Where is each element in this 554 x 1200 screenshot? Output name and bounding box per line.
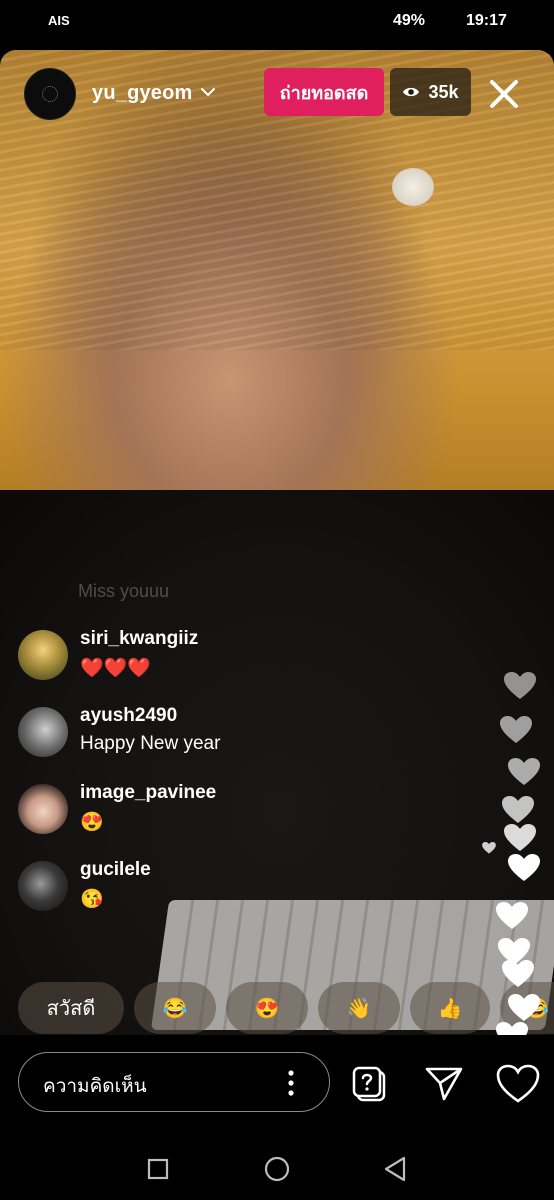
comment-text: 😘 [80,889,104,910]
commenter-avatar[interactable] [18,861,68,911]
heart-icon [496,902,528,929]
quick-reaction-heart-eyes[interactable]: 😍 [226,982,308,1034]
commenter-name[interactable]: gucilele [80,859,151,881]
question-box-icon[interactable] [352,1066,388,1102]
quick-reply-label: สวัสดี [46,998,96,1020]
clock: 19:17 [466,12,507,29]
back-icon[interactable] [383,1156,407,1182]
recent-apps-icon[interactable] [147,1158,169,1180]
faded-comment: Miss youuu [78,581,170,601]
live-badge-label: ถ่ายทอดสด [279,82,369,103]
eye-icon [403,87,420,97]
heart-icon [482,842,496,854]
quick-reaction-emoji: 👋 [346,997,372,1020]
commenter-avatar[interactable] [18,630,68,680]
viewer-count: 35k [428,81,459,102]
quick-reaction-emoji: 👍 [437,997,463,1020]
commenter-avatar[interactable] [18,784,68,834]
heart-icon [508,994,540,1021]
commenter-avatar[interactable] [18,707,68,757]
status-bar: AIS 49% 19:17 [0,0,554,44]
quick-reaction-emoji: 😍 [254,997,280,1020]
comment-placeholder: ความคิดเห็น [43,1076,147,1097]
more-vertical-icon[interactable] [287,1069,295,1097]
heart-icon [502,796,534,823]
heart-icon[interactable] [496,1064,540,1104]
heart-icon [508,758,540,785]
commenter-name[interactable]: ayush2490 [80,705,177,727]
battery-level: 49% [393,12,426,29]
viewer-count-badge[interactable]: 35k [390,68,471,116]
comment-input[interactable]: ความคิดเห็น [18,1052,330,1112]
comment-text: 😍 [80,812,104,833]
quick-reaction-laugh[interactable]: 😂 [134,982,216,1034]
commenter-name[interactable]: siri_kwangiiz [80,628,198,650]
home-icon[interactable] [264,1156,290,1182]
heart-icon [502,960,534,987]
comment-text: Happy New year [80,733,221,754]
close-icon[interactable] [486,76,522,112]
quick-reply-hello[interactable]: สวัสดี [18,982,124,1034]
heart-icon [508,854,540,881]
video-smoke-detector [392,168,434,206]
send-icon[interactable] [424,1066,464,1102]
carrier-label: AIS [48,13,70,28]
heart-icon [500,716,532,743]
host-avatar[interactable] [24,68,76,120]
quick-reaction-emoji: 😂 [162,997,188,1020]
heart-icon [504,672,536,699]
heart-icon [504,824,536,851]
host-username[interactable]: yu_gyeom [92,82,193,105]
quick-reaction-wave[interactable]: 👋 [318,982,400,1034]
commenter-name[interactable]: image_pavinee [80,782,216,804]
chevron-down-icon[interactable] [199,83,217,101]
live-badge: ถ่ายทอดสด [264,68,384,116]
comment-text: ❤️❤️❤️ [80,658,151,679]
